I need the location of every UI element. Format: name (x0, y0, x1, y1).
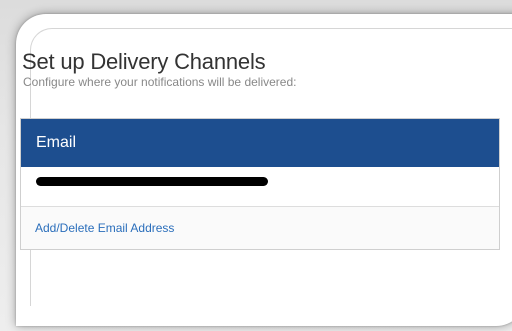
email-panel-header: Email (21, 119, 499, 167)
email-channel-panel: Email Add/Delete Email Address (20, 118, 500, 250)
page-title: Set up Delivery Channels (22, 49, 266, 74)
email-address-row (21, 167, 499, 207)
email-panel-footer: Add/Delete Email Address (21, 207, 499, 249)
add-delete-email-link[interactable]: Add/Delete Email Address (35, 221, 174, 235)
redaction-bar (36, 177, 268, 186)
page-subtitle: Configure where your notifications will … (23, 75, 297, 89)
